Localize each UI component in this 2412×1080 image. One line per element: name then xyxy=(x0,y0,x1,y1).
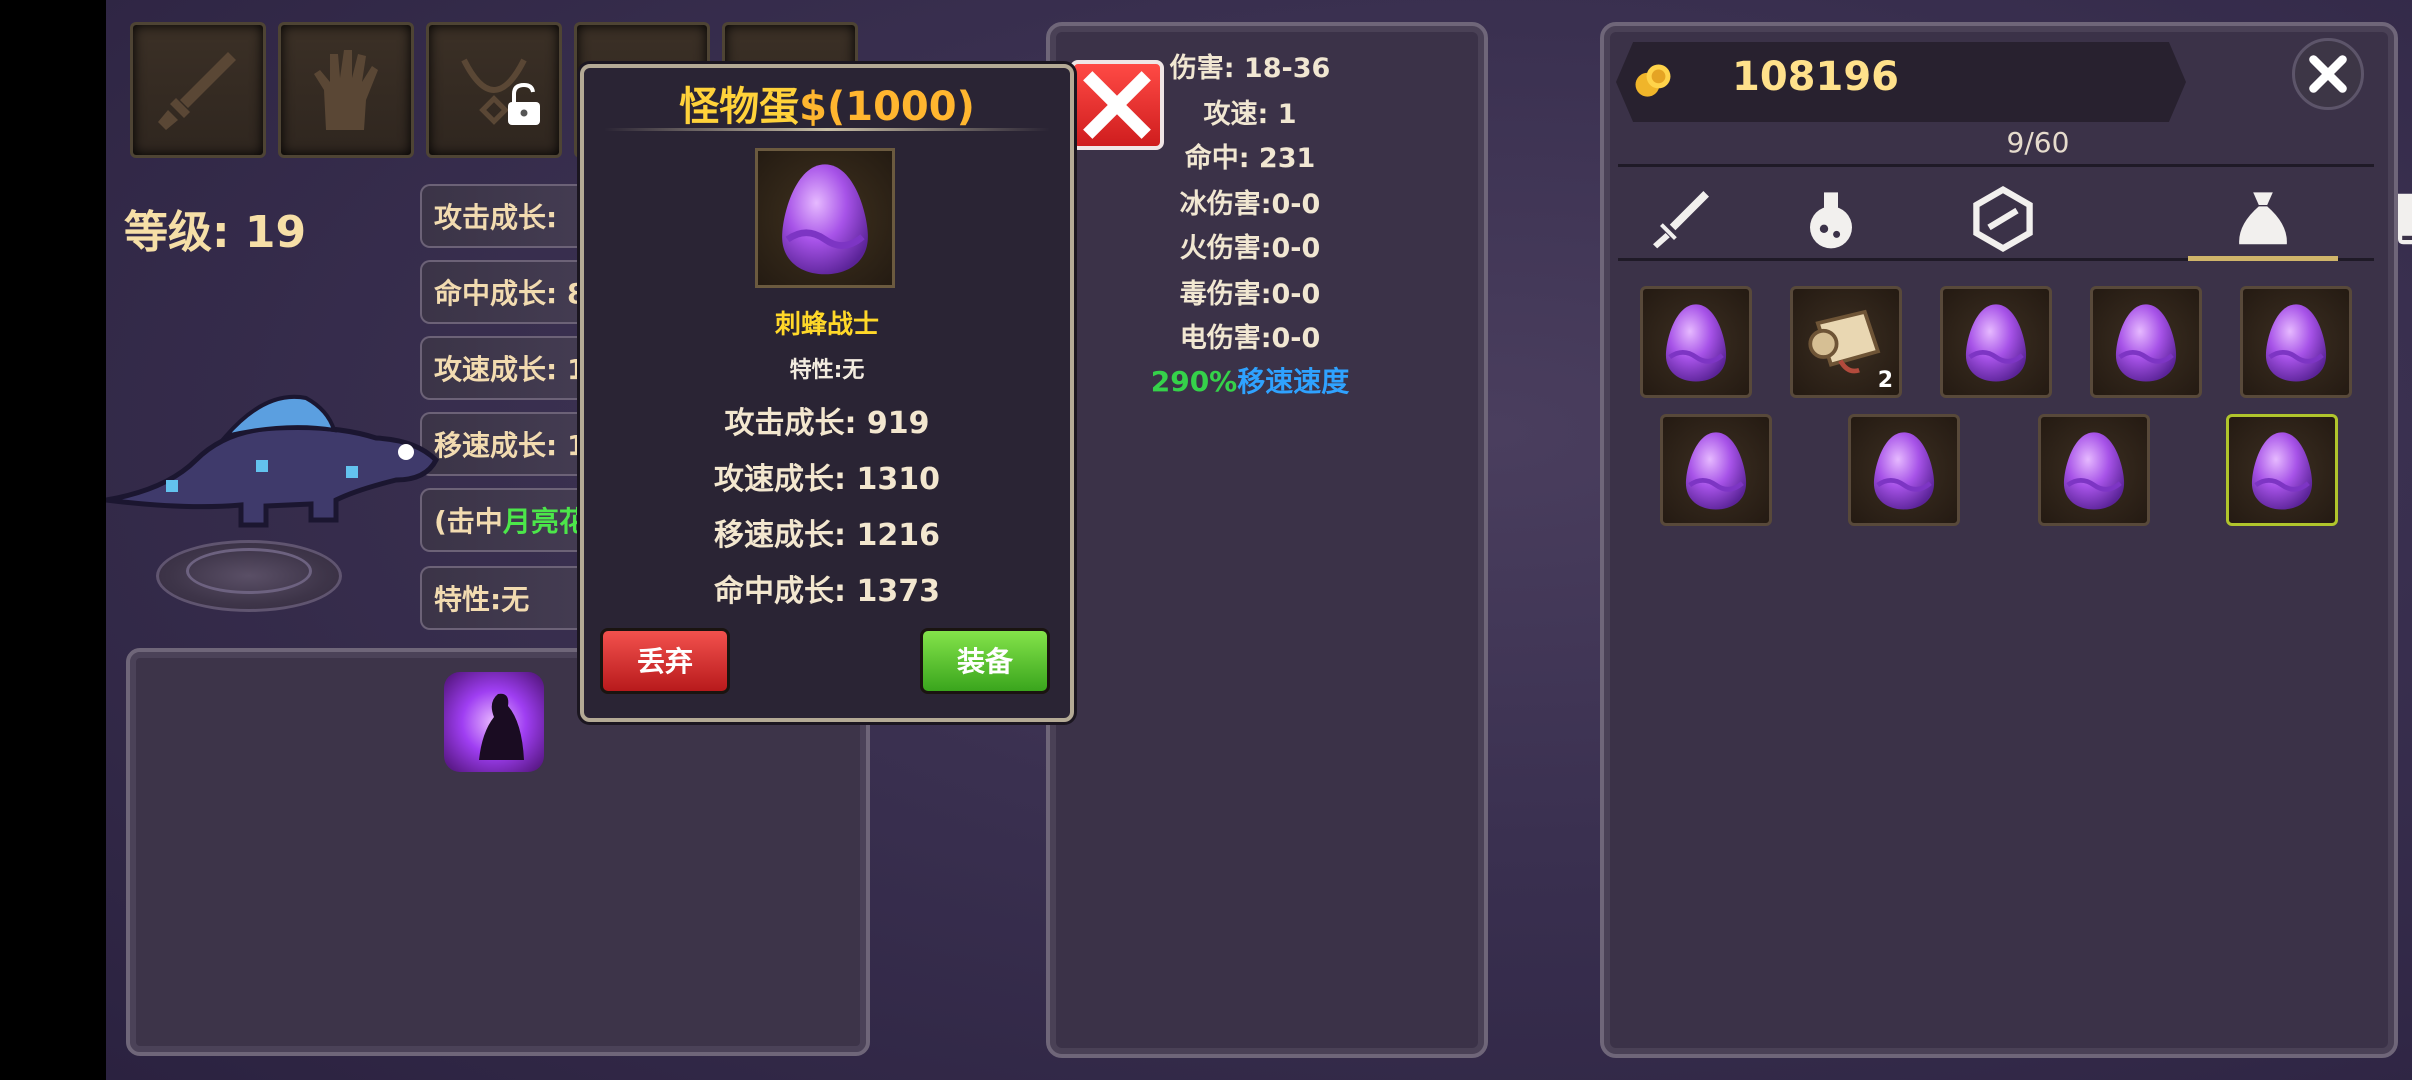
detail-poison-damage: 毒伤害:0-0 xyxy=(1179,279,1321,310)
popup-movespeed-growth: 移速成长: 1216 xyxy=(714,518,940,553)
pet-pedestal-ring xyxy=(186,548,312,594)
stat-row-trait: 特性:无 xyxy=(420,566,590,630)
inventory-slot[interactable] xyxy=(1660,414,1772,526)
detail-electric-damage: 电伤害:0-0 xyxy=(1179,323,1321,354)
inventory-slot[interactable] xyxy=(1940,286,2052,398)
popup-attack-growth: 攻击成长: 919 xyxy=(724,406,930,441)
inventory-slot[interactable] xyxy=(1640,286,1752,398)
detail-move-speed: 290%移速速度 xyxy=(1150,365,1350,398)
monster-trait: 特性:无 xyxy=(789,358,865,383)
equip-button[interactable]: 装备 xyxy=(920,628,1050,694)
popup-divider xyxy=(604,128,1050,131)
discard-button[interactable]: 丢弃 xyxy=(600,628,730,694)
egg-icon xyxy=(2115,304,2177,382)
skill-icon[interactable] xyxy=(444,672,544,772)
detail-ice-damage: 冰伤害:0-0 xyxy=(1179,189,1321,220)
glove-icon xyxy=(314,50,378,130)
sword-icon[interactable] xyxy=(1646,184,1716,254)
pet-creature[interactable] xyxy=(106,380,446,540)
bag-icon[interactable] xyxy=(2228,184,2298,254)
detail-fire-damage: 火伤害:0-0 xyxy=(1179,233,1321,264)
inventory-slot[interactable] xyxy=(2240,286,2352,398)
inventory-slot[interactable]: 2 xyxy=(1790,286,1902,398)
shadow-figure-icon xyxy=(479,693,524,760)
inventory-close-button[interactable] xyxy=(2292,38,2364,110)
egg-icon xyxy=(2251,432,2313,510)
stat-row-attack-growth: 攻击成长: xyxy=(420,184,590,248)
inventory-slot[interactable] xyxy=(2090,286,2202,398)
gold-amount: 108196 xyxy=(1732,54,1899,100)
sword-icon xyxy=(158,52,236,130)
monster-name: 刺蜂战士 xyxy=(774,310,879,340)
egg-icon xyxy=(2063,432,2125,510)
egg-icon xyxy=(782,164,868,275)
egg-info-popup: 怪物蛋$(1000) 刺蜂战士 特性:无 攻击成长: 919 攻速成长: 131… xyxy=(580,64,1074,722)
popup-title: 怪物蛋$(1000) xyxy=(679,84,975,130)
inventory-panel xyxy=(1600,22,2398,1058)
item-detail-panel: 伤害: 18-36 攻速: 1 命中: 231 冰伤害:0-0 火伤害:0-0 … xyxy=(1046,22,1488,1058)
game-screen: 等级: 19 攻击成长: 命中成长: 8 攻速成长: 1 移速成长: 1 (击中… xyxy=(106,0,2412,1080)
egg-icon xyxy=(1685,432,1747,510)
egg-icon xyxy=(1873,432,1935,510)
character-level: 等级: 19 xyxy=(124,207,307,258)
inventory-slot-selected[interactable] xyxy=(2226,414,2338,526)
necklace-slot[interactable] xyxy=(426,22,562,158)
potion-icon[interactable] xyxy=(1796,184,1866,254)
detail-close-button[interactable] xyxy=(1070,60,1164,150)
egg-icon xyxy=(1665,304,1727,382)
weapon-slot[interactable] xyxy=(130,22,266,158)
inventory-slot[interactable] xyxy=(1848,414,1960,526)
inventory-slot[interactable] xyxy=(2038,414,2150,526)
popup-atkspeed-growth: 攻速成长: 1310 xyxy=(714,462,940,497)
inventory-divider-top xyxy=(1618,164,2374,167)
gem-icon[interactable] xyxy=(1968,184,2038,254)
gold-coins-icon xyxy=(1635,64,1671,97)
stat-row-hit-growth: 命中成长: 8 xyxy=(420,260,590,324)
gold-bar xyxy=(1616,42,2186,122)
active-tab-indicator xyxy=(2188,256,2338,261)
item-count: 2 xyxy=(1877,368,1893,393)
egg-icon xyxy=(2265,304,2327,382)
popup-hit-growth: 命中成长: 1373 xyxy=(714,574,940,609)
egg-icon xyxy=(1965,304,2027,382)
close-icon xyxy=(2309,55,2347,93)
inventory-capacity: 9/60 xyxy=(2006,126,2070,159)
book-icon[interactable] xyxy=(2384,184,2412,254)
glove-slot[interactable] xyxy=(278,22,414,158)
popup-item-frame xyxy=(755,148,895,288)
unlock-icon xyxy=(508,82,540,125)
close-icon xyxy=(1083,71,1151,139)
